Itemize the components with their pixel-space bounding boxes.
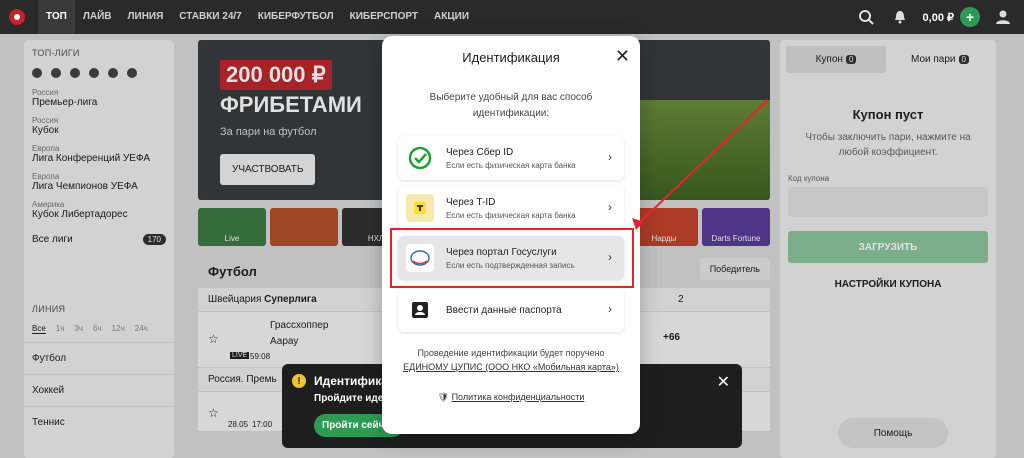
shield-icon: 🛡 [437, 392, 450, 402]
warning-icon: ! [292, 374, 306, 388]
option-passport[interactable]: Ввести данные паспорта › [398, 288, 624, 332]
toast-title: Идентифика [314, 374, 388, 388]
option-t-id[interactable]: Через T-ID Если есть физическая карта бан… [398, 186, 624, 230]
logo-icon[interactable] [0, 0, 34, 34]
option-sber-id[interactable]: Через Сбер ID Если есть физическая карта … [398, 136, 624, 180]
main-nav: ТОП ЛАЙВ ЛИНИЯ СТАВКИ 24/7 КИБЕРФУТБОЛ К… [38, 0, 477, 34]
option-label: Через T-ID [446, 196, 496, 208]
nav-promotions[interactable]: АКЦИИ [426, 0, 477, 34]
privacy-policy-link[interactable]: 🛡 Политика конфиденциальности [382, 392, 640, 403]
balance-amount: 0,00 ₽ [922, 11, 954, 24]
chevron-right-icon: › [608, 302, 612, 316]
modal-title: Идентификация [462, 50, 560, 65]
t-bank-icon [406, 194, 434, 222]
nav-top[interactable]: ТОП [38, 0, 75, 34]
balance[interactable]: 0,00 ₽ + [923, 7, 980, 27]
option-label: Ввести данные паспорта [446, 304, 562, 316]
close-icon[interactable]: ✕ [615, 47, 630, 65]
toast-text: Пройдите иде [314, 393, 384, 404]
sber-icon [406, 144, 434, 172]
nav-cyberfootball[interactable]: КИБЕРФУТБОЛ [250, 0, 342, 34]
tsupis-link[interactable]: ЕДИНОМУ ЦУПИС (ООО НКО «Мобильная карта»… [403, 362, 619, 372]
top-navigation-bar: ТОП ЛАЙВ ЛИНИЯ СТАВКИ 24/7 КИБЕРФУТБОЛ К… [0, 0, 1024, 34]
deposit-button[interactable]: + [960, 7, 980, 27]
modal-description: Выберите удобный для вас способ идентифи… [429, 92, 593, 119]
option-sub: Если есть физическая карта банка [446, 160, 576, 170]
passport-icon [406, 296, 434, 324]
nav-live[interactable]: ЛАЙВ [75, 0, 120, 34]
option-sub: Если есть физическая карта банка [446, 210, 576, 220]
chevron-right-icon: › [608, 200, 612, 214]
modal-footer: Проведение идентификации будет поручено … [398, 346, 624, 374]
nav-line[interactable]: ЛИНИЯ [119, 0, 171, 34]
footer-text: Проведение идентификации будет поручено [417, 348, 605, 358]
close-icon[interactable]: ✕ [717, 372, 730, 392]
option-label: Через Сбер ID [446, 146, 514, 158]
chevron-right-icon: › [608, 150, 612, 164]
user-icon[interactable] [992, 6, 1014, 28]
nav-esports[interactable]: КИБЕРСПОРТ [342, 0, 426, 34]
privacy-policy-label: Политика конфиденциальности [451, 392, 585, 402]
nav-bets-24-7[interactable]: СТАВКИ 24/7 [171, 0, 249, 34]
highlight-box [390, 228, 634, 288]
bell-icon[interactable] [889, 6, 911, 28]
search-icon[interactable] [855, 6, 877, 28]
